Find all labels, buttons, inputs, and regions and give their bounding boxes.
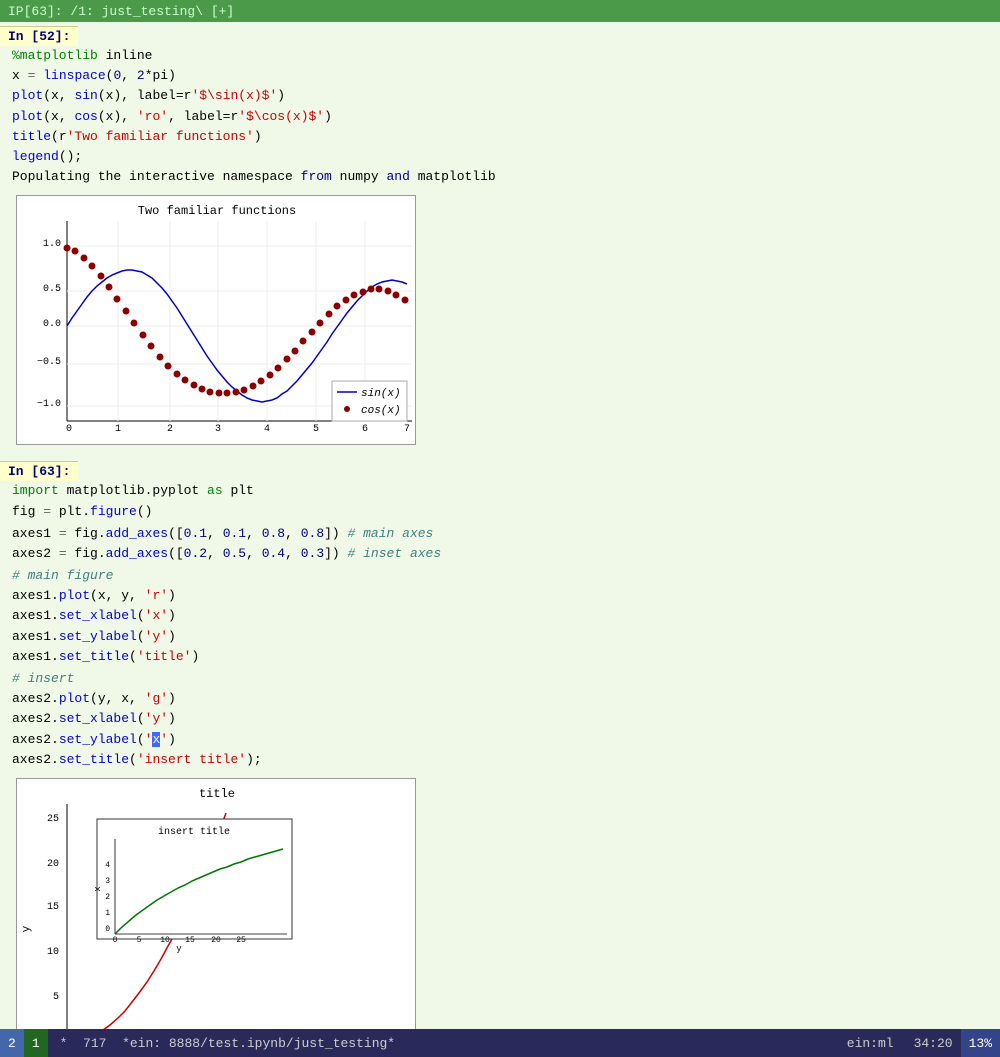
chart2-svg: title 0 5 10 15 20 25 y 0 1 2 3 4 5 x [16,778,416,1029]
svg-text:0: 0 [66,424,72,435]
code-line-5: title(r'Two familiar functions') [0,127,1000,147]
svg-text:7: 7 [404,424,410,435]
c63-line-5: axes2 = fig.add_axes([0.2, 0.5, 0.4, 0.3… [0,544,1000,564]
status-mode: 1 [24,1029,48,1057]
c63-line-15: axes2.set_xlabel('y') [0,709,1000,729]
svg-text:10: 10 [47,947,59,958]
status-position: 34:20 [906,1032,961,1055]
svg-text:Two familiar functions: Two familiar functions [138,204,296,218]
svg-text:15: 15 [47,902,59,913]
svg-text:6: 6 [362,424,368,435]
svg-text:0: 0 [105,925,110,934]
title-text: IP[63]: /1: just_testing\ [+] [8,4,234,19]
c63-line-7: # main figure [0,566,1000,586]
svg-text:20: 20 [211,936,221,945]
cell-63-prompt[interactable]: In [63]: [0,461,1000,481]
svg-text:4: 4 [264,424,270,435]
svg-text:4: 4 [105,861,110,870]
svg-text:10: 10 [160,936,170,945]
svg-text:1: 1 [105,909,110,918]
c63-line-8: axes1.plot(x, y, 'r') [0,586,1000,606]
status-bar: 2 1 * 717 *ein: 8888/test.ipynb/just_tes… [0,1029,1000,1057]
svg-text:sin(x): sin(x) [361,388,401,400]
svg-text:x: x [93,886,103,891]
svg-text:0: 0 [113,936,118,945]
cell-52-prompt[interactable]: In [52]: [0,26,1000,46]
svg-text:3: 3 [215,424,221,435]
svg-text:cos(x): cos(x) [361,405,401,417]
status-kernel: ein:ml [835,1032,906,1055]
svg-text:25: 25 [236,936,246,945]
cell-63: In [63]: import matplotlib.pyplot as plt… [0,457,1000,774]
svg-text:2: 2 [105,893,110,902]
chart2-container: title 0 5 10 15 20 25 y 0 1 2 3 4 5 x [16,778,984,1029]
svg-text:1: 1 [115,424,121,435]
chart1-container: Two familiar functions 1.0 0.5 0.0 −0.5 … [16,195,984,449]
title-bar: IP[63]: /1: just_testing\ [+] [0,0,1000,22]
svg-text:y: y [176,944,182,954]
cell-52: In [52]: %matplotlib inline x = linspace… [0,22,1000,191]
c63-line-10: axes1.set_ylabel('y') [0,627,1000,647]
chart1-svg: Two familiar functions 1.0 0.5 0.0 −0.5 … [16,195,416,445]
c63-line-1: import matplotlib.pyplot as plt [0,481,1000,501]
c63-line-17: axes2.set_title('insert title'); [0,750,1000,770]
svg-text:y: y [21,925,33,932]
main-content[interactable]: In [52]: %matplotlib inline x = linspace… [0,22,1000,1029]
code-line-6: legend(); [0,147,1000,167]
svg-text:−1.0: −1.0 [37,399,61,410]
c63-line-11: axes1.set_title('title') [0,647,1000,667]
svg-text:−0.5: −0.5 [37,357,61,368]
svg-text:5: 5 [137,936,142,945]
svg-text:15: 15 [185,936,195,945]
status-cell-num: 2 [0,1029,24,1057]
c63-line-4: axes1 = fig.add_axes([0.1, 0.1, 0.8, 0.8… [0,524,1000,544]
svg-text:5: 5 [53,992,59,1003]
svg-text:20: 20 [47,859,59,870]
output-text-52: Populating the interactive namespace fro… [0,167,1000,187]
code-line-2: x = linspace(0, 2*pi) [0,66,1000,86]
svg-text:0.0: 0.0 [43,319,61,330]
svg-text:title: title [199,787,235,801]
svg-text:5: 5 [313,424,319,435]
code-line-3: plot(x, sin(x), label=r'$\sin(x)$') [0,86,1000,106]
c63-line-16: axes2.set_ylabel('x') [0,730,1000,750]
svg-text:2: 2 [167,424,173,435]
svg-text:0.5: 0.5 [43,284,61,295]
status-filename: * 717 *ein: 8888/test.ipynb/just_testing… [48,1032,835,1055]
svg-text:25: 25 [47,814,59,825]
svg-text:1.0: 1.0 [43,239,61,250]
status-percent: 13% [961,1029,1000,1057]
c63-line-2: fig = plt.figure() [0,502,1000,522]
svg-text:insert title: insert title [158,826,230,838]
code-line-4: plot(x, cos(x), 'ro', label=r'$\cos(x)$'… [0,107,1000,127]
svg-text:3: 3 [105,877,110,886]
code-line-1: %matplotlib inline [0,46,1000,66]
c63-line-9: axes1.set_xlabel('x') [0,606,1000,626]
c63-line-13: # insert [0,669,1000,689]
c63-line-14: axes2.plot(y, x, 'g') [0,689,1000,709]
